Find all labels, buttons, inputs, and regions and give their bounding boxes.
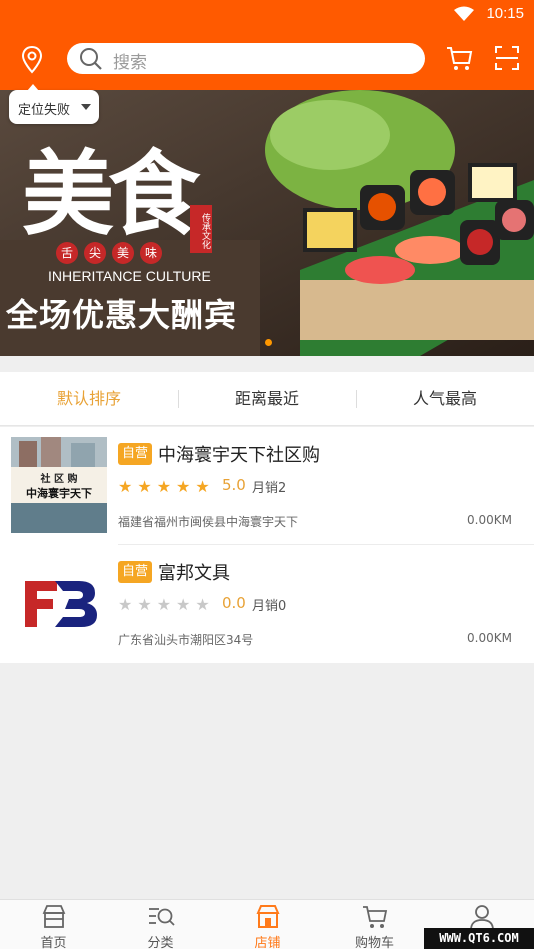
- banner-circle-char: 美: [112, 242, 134, 264]
- shop-list-item[interactable]: FB 自营 富邦文具 ★ ★ ★ ★ ★ 0.0 月销0 广东省汕头市潮阳区34…: [0, 545, 534, 663]
- shop-icon: [256, 905, 280, 928]
- shop-address: 福建省福州市闽侯县中海寰宇天下: [118, 515, 299, 529]
- shop-name: 中海寰宇天下社区购: [158, 445, 320, 466]
- rating-score: 5.0: [222, 476, 246, 494]
- map-pin-icon[interactable]: [16, 44, 48, 76]
- shop-thumbnail: 社 区 购 中海寰宇天下: [11, 437, 107, 533]
- star-icon: ★: [156, 595, 172, 614]
- location-status-text: 定位失败: [18, 103, 71, 118]
- nav-label: 购物车: [354, 936, 394, 949]
- search-placeholder: 搜索: [113, 53, 147, 73]
- category-search-icon: [149, 908, 175, 926]
- rating-score: 0.0: [222, 594, 246, 612]
- cart-icon: [363, 906, 388, 928]
- search-bar[interactable]: 搜索: [67, 43, 425, 74]
- banner-seal: 传承文化: [190, 205, 212, 253]
- thumb-text: 社 区 购: [40, 474, 78, 485]
- nav-label: 分类: [147, 936, 174, 949]
- wifi-icon: [454, 6, 474, 21]
- tab-popular[interactable]: 人气最高: [356, 372, 534, 426]
- star-icon: ★: [137, 477, 152, 496]
- star-icon: ★: [195, 595, 210, 614]
- shop-name: 富邦文具: [158, 563, 230, 584]
- star-icon: ★: [176, 477, 191, 496]
- nav-label: 店铺: [254, 936, 281, 949]
- search-icon: [80, 48, 102, 70]
- site-watermark: WWW.QT6.COM: [424, 928, 534, 949]
- banner-red-circles: 舌 尖 美 味: [56, 242, 162, 264]
- cart-icon[interactable]: [444, 43, 474, 73]
- shop-distance: 0.00KM: [467, 513, 512, 527]
- nav-home[interactable]: 首页: [0, 900, 107, 949]
- banner-circle-char: 味: [140, 242, 162, 264]
- nav-cart[interactable]: 购物车: [321, 900, 428, 949]
- nav-shop[interactable]: 店铺: [214, 900, 321, 949]
- thumb-text: 中海寰宇天下: [26, 487, 92, 500]
- home-store-icon: [42, 905, 66, 928]
- tab-default-sort[interactable]: 默认排序: [0, 372, 178, 426]
- banner-english-subtitle: INHERITANCE CULTURE: [48, 268, 211, 284]
- nav-category[interactable]: 分类: [107, 900, 214, 949]
- monthly-sales: 月销0: [252, 599, 287, 614]
- self-operated-badge: 自营: [118, 561, 152, 583]
- user-icon: [470, 905, 494, 931]
- banner-slogan: 全场优惠大酬宾: [6, 296, 238, 334]
- rating-stars: ★ ★ ★ ★ ★: [118, 479, 210, 495]
- scan-icon[interactable]: [494, 45, 520, 71]
- banner-pagination-dot[interactable]: [265, 339, 272, 346]
- rating-stars: ★ ★ ★ ★ ★: [118, 597, 210, 613]
- banner-brush-title: 美食: [22, 140, 200, 248]
- sort-tabs: 默认排序 距离最近 人气最高: [0, 372, 534, 426]
- shop-address: 广东省汕头市潮阳区34号: [118, 633, 254, 647]
- star-icon: ★: [118, 595, 133, 614]
- top-header: 搜索: [0, 28, 534, 90]
- banner-circle-char: 尖: [84, 242, 106, 264]
- shop-logo: FB: [11, 555, 107, 651]
- banner-circle-char: 舌: [56, 242, 78, 264]
- monthly-sales: 月销2: [252, 481, 287, 496]
- shop-list-item[interactable]: 社 区 购 中海寰宇天下 自营 中海寰宇天下社区购 ★ ★ ★ ★ ★ 5.0 …: [0, 427, 534, 545]
- nav-label: 首页: [40, 936, 67, 949]
- star-icon: ★: [176, 595, 191, 614]
- tab-nearest[interactable]: 距离最近: [178, 372, 356, 426]
- shop-distance: 0.00KM: [467, 631, 512, 645]
- star-icon: ★: [137, 595, 152, 614]
- star-icon: ★: [156, 477, 172, 496]
- location-status-dropdown[interactable]: 定位失败: [9, 84, 99, 124]
- star-icon: ★: [195, 477, 210, 496]
- status-bar: 10:15: [0, 0, 534, 28]
- star-icon: ★: [118, 477, 133, 496]
- clock: 10:15: [486, 5, 524, 22]
- chevron-down-icon: [81, 104, 91, 110]
- self-operated-badge: 自营: [118, 443, 152, 465]
